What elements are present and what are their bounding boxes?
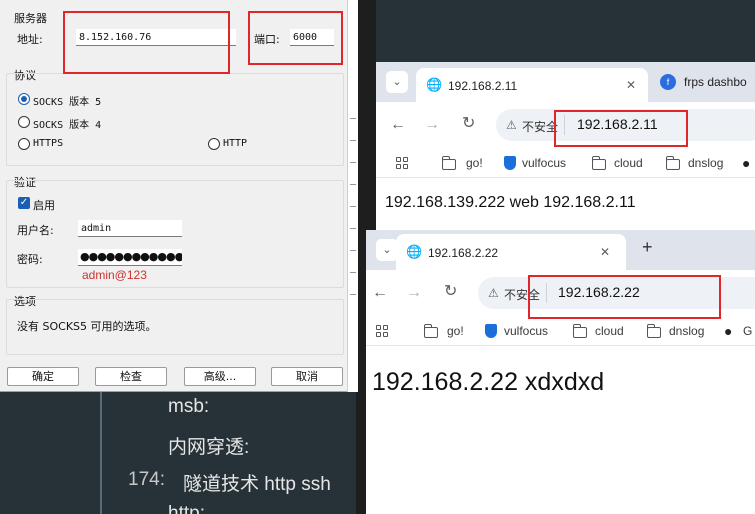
tab-frps-dashboard[interactable]: frps dashbo: [684, 75, 747, 89]
new-tab-icon[interactable]: +: [642, 238, 653, 256]
tab-strip: ⌄ 🌐 192.168.2.11 ✕ f frps dashbo: [376, 62, 755, 102]
bookmark-vulfocus[interactable]: vulfocus: [504, 324, 548, 338]
password-note: admin@123: [82, 268, 147, 282]
ok-button[interactable]: 确定: [7, 367, 79, 386]
enable-auth-checkbox[interactable]: ✓: [18, 197, 30, 209]
reload-icon[interactable]: ↻: [444, 284, 457, 300]
editor-line-intranet: 内网穿透:: [168, 437, 250, 458]
radio-socks4-label: SOCKS 版本 4: [33, 120, 102, 131]
close-tab-icon[interactable]: ✕: [626, 78, 636, 92]
page-content: 192.168.2.22 xdxdxd: [366, 346, 755, 514]
radio-https[interactable]: [18, 138, 30, 150]
reload-icon[interactable]: ↻: [462, 116, 475, 132]
editor-line-tunnel: 隧道技术 http ssh: [183, 474, 331, 495]
bookmark-cloud[interactable]: cloud: [595, 324, 624, 338]
frps-favicon-icon: f: [660, 74, 676, 90]
apps-icon[interactable]: [396, 157, 409, 170]
url-highlight: [528, 275, 721, 319]
tab-192-168-2-11[interactable]: 🌐 192.168.2.11 ✕: [416, 68, 648, 102]
back-icon[interactable]: ←: [372, 285, 388, 301]
proxy-settings-dialog: 服务器 地址: 端口: 协议 SOCKS 版本 5 SOCKS 版本 4 HTT…: [0, 0, 358, 392]
tab-192-168-2-22[interactable]: 🌐 192.168.2.22 ✕: [396, 234, 626, 270]
warning-icon: ⚠: [506, 118, 517, 132]
bookmark-go[interactable]: go!: [466, 156, 483, 170]
tab-search-icon[interactable]: ⌄: [376, 239, 398, 261]
scroll-strip: [347, 0, 358, 392]
github-icon[interactable]: ●: [742, 156, 750, 170]
radio-http-label: HTTP: [223, 138, 248, 149]
editor-line-number: 174:: [128, 469, 165, 490]
password-label: 密码:: [17, 253, 43, 266]
password-input[interactable]: ●●●●●●●●●●●●: [78, 249, 182, 266]
forward-icon[interactable]: →: [424, 117, 440, 133]
folder-icon: [592, 156, 606, 170]
port-highlight: [248, 11, 343, 65]
address-label: 地址:: [17, 33, 43, 46]
page-text: 192.168.2.22 xdxdxd: [372, 368, 605, 396]
advanced-button[interactable]: 高级...: [184, 367, 256, 386]
radio-https-label: HTTPS: [33, 138, 64, 149]
bookmarks-bar: go! vulfocus cloud dnslog ●: [376, 148, 755, 178]
folder-icon: [647, 324, 661, 338]
url-highlight: [554, 110, 688, 147]
bookmark-g[interactable]: G: [743, 324, 752, 338]
cancel-button[interactable]: 取消: [271, 367, 343, 386]
globe-icon: 🌐: [406, 244, 423, 259]
vulfocus-shield-icon: [485, 324, 497, 338]
enable-auth-label: 启用: [33, 199, 55, 212]
tab-title: 192.168.2.11: [448, 79, 518, 93]
browser-window-1: ⌄ 🌐 192.168.2.11 ✕ f frps dashbo ← → ↻ ⚠…: [376, 62, 755, 230]
options-text: 没有 SOCKS5 可用的选项。: [17, 320, 157, 333]
browser-window-2: ⌄ 🌐 192.168.2.22 ✕ + ← → ↻ ⚠ 不安全 192.168…: [366, 230, 755, 514]
address-highlight: [63, 11, 230, 74]
radio-socks5[interactable]: [18, 93, 30, 105]
bookmark-dnslog[interactable]: dnslog: [688, 156, 723, 170]
insecure-label[interactable]: 不安全: [522, 118, 558, 135]
server-group-label: 服务器: [14, 12, 47, 25]
radio-socks5-label: SOCKS 版本 5: [33, 97, 102, 108]
tab-title: 192.168.2.22: [428, 246, 499, 260]
folder-icon: [424, 324, 438, 338]
forward-icon[interactable]: →: [406, 285, 422, 301]
globe-icon: 🌐: [426, 77, 443, 92]
warning-icon: ⚠: [488, 286, 499, 300]
folder-icon: [442, 156, 456, 170]
folder-icon: [666, 156, 680, 170]
folder-icon: [573, 324, 587, 338]
tab-strip: ⌄ 🌐 192.168.2.22 ✕ +: [366, 230, 755, 270]
bookmark-cloud[interactable]: cloud: [614, 156, 643, 170]
check-button[interactable]: 检查: [95, 367, 167, 386]
radio-http[interactable]: [208, 138, 220, 150]
back-icon[interactable]: ←: [390, 117, 406, 133]
username-input[interactable]: [78, 220, 182, 237]
bookmark-vulfocus[interactable]: vulfocus: [522, 156, 566, 170]
editor-line-msb: msb:: [168, 396, 210, 417]
page-text: 192.168.139.222 web 192.168.2.11: [385, 194, 636, 211]
bookmarks-bar: go! vulfocus cloud dnslog ● G: [366, 316, 755, 346]
bookmark-go[interactable]: go!: [447, 324, 464, 338]
tab-search-icon[interactable]: ⌄: [386, 71, 408, 93]
bookmark-dnslog[interactable]: dnslog: [669, 324, 704, 338]
radio-socks4[interactable]: [18, 116, 30, 128]
editor-line-http: http:: [168, 503, 205, 514]
close-tab-icon[interactable]: ✕: [600, 245, 610, 259]
github-icon[interactable]: ●: [724, 324, 732, 338]
apps-icon[interactable]: [376, 325, 389, 338]
username-label: 用户名:: [17, 224, 54, 237]
vulfocus-shield-icon: [504, 156, 516, 170]
page-content: 192.168.139.222 web 192.168.2.11: [376, 178, 755, 230]
